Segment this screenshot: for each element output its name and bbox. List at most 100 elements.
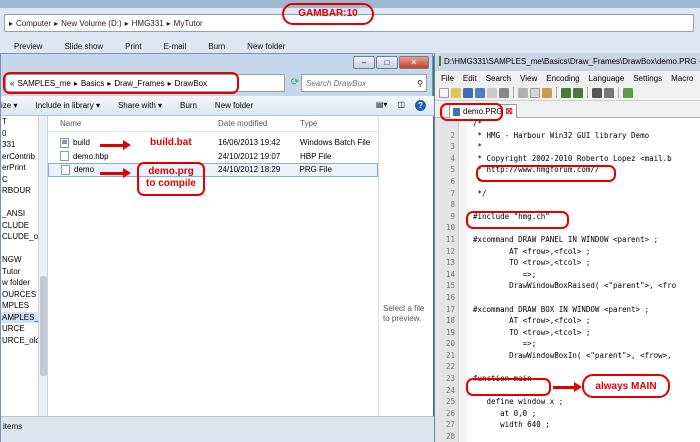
column-header-date[interactable]: Date modified — [218, 119, 300, 128]
file-row-demo-hbp[interactable]: demo.hbp 24/10/2012 19:07 HBP File — [48, 150, 378, 164]
print-button[interactable]: Print — [125, 42, 141, 51]
line-number: 2 — [450, 130, 455, 140]
line-number: 26 — [445, 408, 455, 418]
nav-item-selected[interactable]: AMPLES_me — [1, 311, 38, 323]
nav-item[interactable] — [1, 197, 38, 209]
tab-annotation-box — [440, 103, 503, 121]
menu-encoding[interactable]: Encoding — [546, 74, 579, 83]
burn-button[interactable]: Burn — [208, 42, 225, 51]
menu-view[interactable]: View — [520, 74, 537, 83]
nav-item[interactable]: CLUDE — [1, 220, 38, 232]
notepad-app-icon — [439, 56, 441, 66]
code-line: * — [473, 142, 483, 152]
undo-icon[interactable] — [561, 87, 571, 98]
nav-item[interactable]: _ANSI — [1, 208, 38, 220]
paste-icon[interactable] — [542, 87, 552, 98]
column-header-name[interactable]: Name — [48, 119, 218, 128]
nav-item[interactable]: T — [1, 116, 38, 128]
search-input[interactable] — [306, 78, 406, 88]
close-button[interactable]: ✕ — [399, 56, 429, 69]
scrollbar-thumb[interactable] — [40, 276, 47, 376]
menu-search[interactable]: Search — [486, 74, 511, 83]
slide-show-button[interactable]: Slide show — [64, 42, 103, 51]
menu-language[interactable]: Language — [589, 74, 625, 83]
burn-button[interactable]: Burn — [180, 101, 197, 110]
search-icon[interactable]: ⚲ — [417, 79, 426, 88]
zoom-icon[interactable] — [623, 87, 633, 98]
line-number: 14 — [445, 269, 455, 279]
bg-breadcrumb-item[interactable]: Computer — [16, 19, 51, 28]
line-number: 21 — [445, 350, 455, 360]
nav-item[interactable]: 331 — [1, 139, 38, 151]
organize-button[interactable]: ize ▾ — [1, 101, 17, 110]
preview-pane-icon[interactable]: ◫ — [397, 100, 405, 111]
redo-icon[interactable] — [573, 87, 583, 98]
nav-item[interactable]: CLUDE_old — [1, 231, 38, 243]
editor-toolbar — [435, 85, 700, 101]
menu-file[interactable]: File — [441, 74, 454, 83]
new-folder-button[interactable]: New folder — [247, 42, 285, 51]
editor-title-bar[interactable]: D:\HMG331\SAMPLES_me\Basics\Draw_Frames\… — [435, 53, 700, 69]
nav-item[interactable]: Tutor — [1, 266, 38, 278]
find-icon[interactable] — [592, 87, 602, 98]
toolbar-separator — [556, 87, 557, 98]
bg-breadcrumb-item[interactable]: MyTutor — [174, 19, 203, 28]
search-box[interactable]: ⚲ — [301, 74, 427, 92]
nav-scrollbar[interactable] — [39, 116, 48, 416]
save-icon[interactable] — [463, 87, 473, 98]
new-file-icon[interactable] — [439, 87, 449, 98]
file-list-header: Name Date modified Type — [48, 116, 378, 132]
help-icon[interactable]: ? — [415, 100, 426, 111]
url-annotation-box — [476, 165, 616, 182]
file-type: HBP File — [300, 151, 332, 161]
nav-item[interactable] — [1, 243, 38, 255]
nav-item[interactable]: 0 — [1, 128, 38, 140]
bg-breadcrumb-item[interactable]: HMG331 — [132, 19, 164, 28]
code-line: =>; — [473, 269, 537, 279]
nav-item[interactable]: RBOUR — [1, 185, 38, 197]
preview-button[interactable]: Preview — [14, 42, 42, 51]
nav-item[interactable]: erContrib — [1, 151, 38, 163]
bg-breadcrumb-item[interactable]: New Volume (D:) — [61, 19, 121, 28]
gambar-label: GAMBAR:10 — [298, 8, 358, 19]
share-with-button[interactable]: Share with ▾ — [118, 101, 162, 110]
status-bar: items — [1, 416, 434, 442]
maximize-button[interactable]: □ — [376, 56, 398, 69]
nav-item[interactable]: erPrint — [1, 162, 38, 174]
nav-item[interactable]: OURCES — [1, 289, 38, 301]
file-row-demo-prg[interactable]: demo 24/10/2012 18:29 PRG File — [48, 163, 378, 177]
explorer-title-bar[interactable]: – □ ✕ — [1, 54, 434, 72]
demo-arrow — [100, 168, 131, 178]
menu-settings[interactable]: Settings — [633, 74, 662, 83]
close-file-icon[interactable] — [487, 87, 497, 98]
line-number: 20 — [445, 339, 455, 349]
column-header-type[interactable]: Type — [300, 119, 378, 128]
email-button[interactable]: E-mail — [164, 42, 187, 51]
nav-item[interactable]: C — [1, 174, 38, 186]
nav-item[interactable]: w folder — [1, 277, 38, 289]
view-options-icon[interactable]: ▤▾ — [376, 100, 388, 111]
cut-icon[interactable] — [518, 87, 528, 98]
refresh-icon[interactable]: ⟳ — [289, 74, 301, 92]
menu-macro[interactable]: Macro — [671, 74, 693, 83]
include-annotation-box — [466, 211, 569, 229]
line-number: 17 — [445, 304, 455, 314]
nav-item[interactable]: URCE_old — [1, 335, 38, 347]
new-folder-button[interactable]: New folder — [215, 101, 253, 110]
file-type: Windows Batch File — [300, 138, 371, 148]
replace-icon[interactable] — [604, 87, 614, 98]
file-row-build[interactable]: build 16/06/2013 19:42 Windows Batch Fil… — [48, 136, 378, 150]
include-in-library-button[interactable]: Include in library ▾ — [35, 101, 100, 110]
menu-edit[interactable]: Edit — [463, 74, 477, 83]
nav-item[interactable]: NGW — [1, 254, 38, 266]
copy-icon[interactable] — [530, 87, 540, 98]
nav-item[interactable]: URCE — [1, 323, 38, 335]
print-icon[interactable] — [499, 87, 509, 98]
open-file-icon[interactable] — [451, 87, 461, 98]
minimize-button[interactable]: – — [353, 56, 375, 69]
save-all-icon[interactable] — [475, 87, 485, 98]
close-tab-icon[interactable]: ☒ — [506, 107, 513, 116]
nav-item[interactable]: MPLES — [1, 300, 38, 312]
